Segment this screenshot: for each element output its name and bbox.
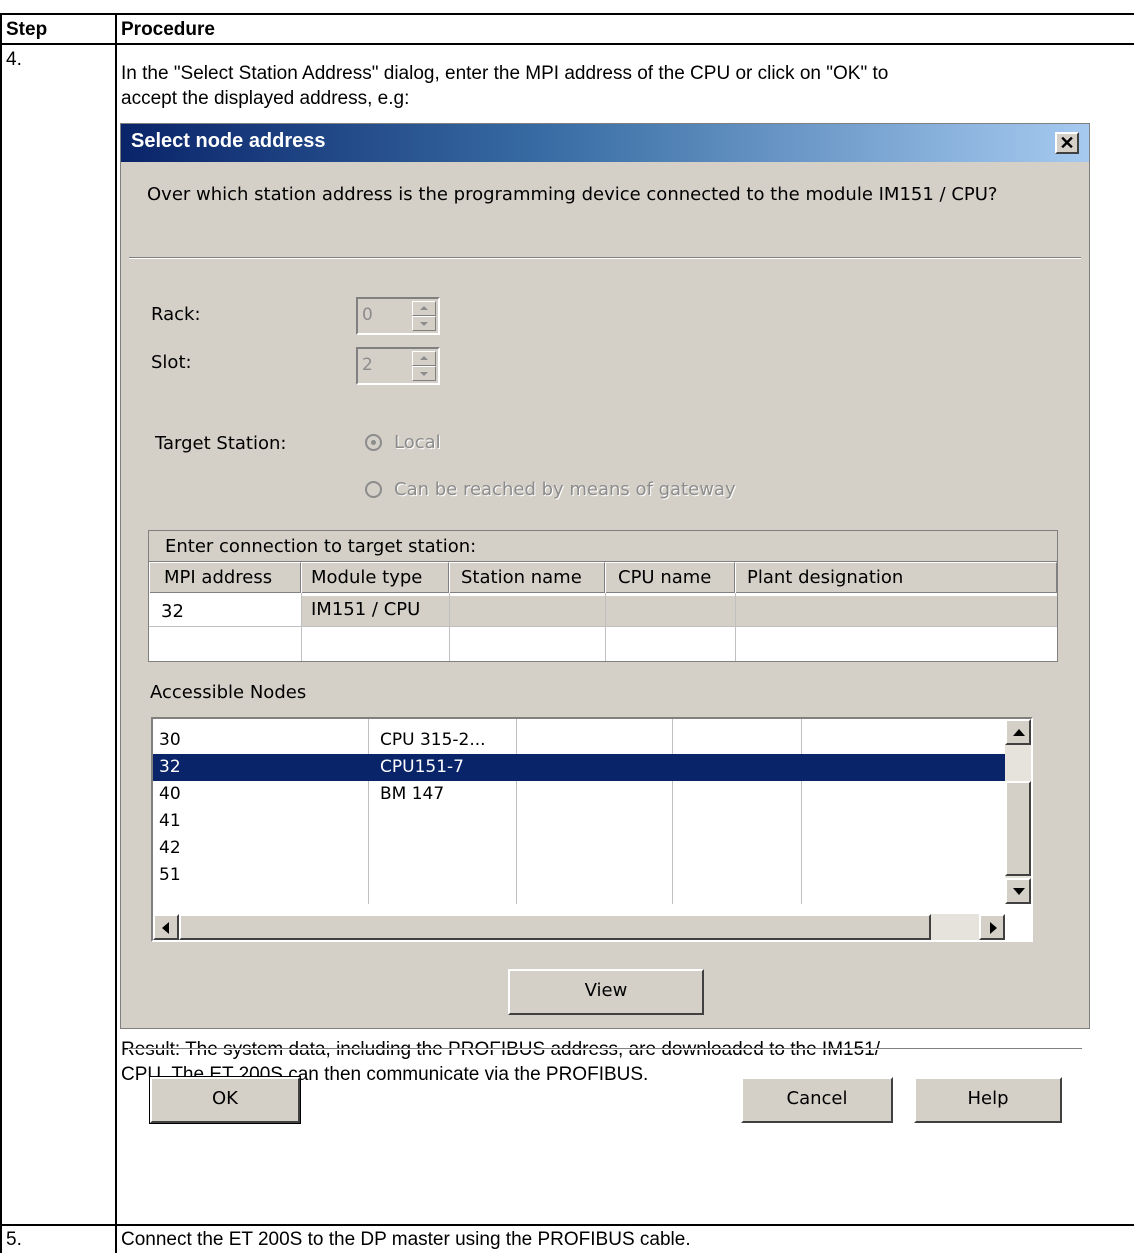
list-item-module[interactable]: BM 147	[380, 781, 444, 808]
scroll-right-icon[interactable]	[979, 914, 1005, 940]
target-station-label: Target Station:	[155, 433, 287, 454]
connection-caption: Enter connection to target station:	[165, 536, 477, 557]
dialog-separator-top	[129, 257, 1081, 259]
rack-value: 0	[362, 305, 373, 325]
list-selection-highlight	[153, 754, 1007, 781]
list-item-address[interactable]: 51	[159, 862, 181, 889]
slot-spinner[interactable]: 2	[356, 347, 440, 385]
scroll-up-icon[interactable]	[1005, 719, 1031, 745]
table-left-border	[0, 13, 2, 1253]
col-plant-designation[interactable]: Plant designation	[735, 562, 1057, 593]
vertical-scrollbar[interactable]	[1005, 719, 1031, 904]
col-station-name[interactable]: Station name	[449, 562, 605, 593]
cancel-button[interactable]: Cancel	[741, 1077, 893, 1123]
connection-table: Enter connection to target station: MPI …	[148, 530, 1058, 662]
table-top-border	[0, 13, 1134, 15]
list-col-divider	[516, 719, 517, 904]
dialog-title: Select node address	[131, 130, 326, 152]
dialog-titlebar: Select node address ✕	[121, 124, 1089, 162]
rack-label: Rack:	[151, 304, 201, 325]
rack-spinner[interactable]: 0	[356, 297, 440, 335]
connection-header-row: MPI address Module type Station name CPU…	[149, 562, 1057, 593]
list-item-module-selected[interactable]: CPU151-7	[380, 754, 464, 781]
table-row-divider	[0, 1224, 1134, 1226]
list-item-address[interactable]: 42	[159, 835, 181, 862]
col-cpu-name[interactable]: CPU name	[605, 562, 735, 593]
connection-mpi-value[interactable]: 32	[161, 601, 184, 623]
scroll-left-icon[interactable]	[153, 914, 179, 940]
header-step: Step	[6, 19, 48, 40]
connection-row[interactable]: 32 IM151 / CPU	[149, 596, 1057, 626]
horizontal-scrollbar[interactable]	[153, 914, 1005, 940]
dialog-separator-bottom	[128, 1048, 1082, 1050]
vertical-scroll-thumb[interactable]	[1005, 781, 1031, 876]
step-4-number: 4.	[6, 49, 22, 70]
list-item-address[interactable]: 41	[159, 808, 181, 835]
list-item-module[interactable]: CPU 315-2...	[380, 727, 486, 754]
radio-local-label: Local	[394, 432, 441, 453]
slot-down-icon[interactable]	[412, 366, 436, 381]
connection-caption-bar: Enter connection to target station:	[149, 531, 1057, 562]
slot-up-icon[interactable]	[412, 351, 436, 366]
step-4-intro-line1: In the "Select Station Address" dialog, …	[121, 63, 889, 84]
step-5-text: Connect the ET 200S to the DP master usi…	[121, 1229, 691, 1250]
radio-local[interactable]	[365, 434, 382, 451]
radio-gateway-label: Can be reached by means of gateway	[394, 479, 736, 500]
list-item-address[interactable]: 30	[159, 727, 181, 754]
list-item-address[interactable]: 40	[159, 781, 181, 808]
scroll-down-icon[interactable]	[1005, 878, 1031, 904]
col-module-type[interactable]: Module type	[301, 562, 449, 593]
header-procedure: Procedure	[121, 19, 215, 40]
slot-label: Slot:	[151, 352, 192, 373]
step-5-number: 5.	[6, 1229, 22, 1250]
help-button[interactable]: Help	[914, 1077, 1062, 1123]
horizontal-scroll-thumb[interactable]	[179, 914, 931, 940]
ok-button[interactable]: OK	[149, 1076, 301, 1124]
accessible-nodes-label: Accessible Nodes	[150, 682, 307, 703]
list-col-divider	[801, 719, 802, 904]
rack-up-icon[interactable]	[412, 301, 436, 316]
close-icon[interactable]: ✕	[1055, 132, 1079, 154]
rack-down-icon[interactable]	[412, 316, 436, 331]
list-item-address-selected[interactable]: 32	[159, 754, 181, 781]
connection-module-value: IM151 / CPU	[311, 599, 421, 620]
radio-gateway[interactable]	[365, 481, 382, 498]
table-header-divider	[0, 43, 1134, 45]
view-button[interactable]: View	[508, 969, 704, 1015]
accessible-nodes-list[interactable]: 30 CPU 315-2... 32 CPU151-7 40 BM 147 41…	[151, 717, 1033, 942]
step-4-intro-line2: accept the displayed address, e.g:	[121, 88, 410, 109]
table-column-divider	[115, 13, 117, 1253]
list-col-divider	[672, 719, 673, 904]
col-mpi-address[interactable]: MPI address	[149, 562, 301, 593]
dialog-question: Over which station address is the progra…	[147, 184, 998, 205]
slot-value: 2	[362, 355, 373, 375]
document-page: Step Procedure 4. In the "Select Station…	[0, 0, 1134, 1253]
list-col-divider	[368, 719, 369, 904]
